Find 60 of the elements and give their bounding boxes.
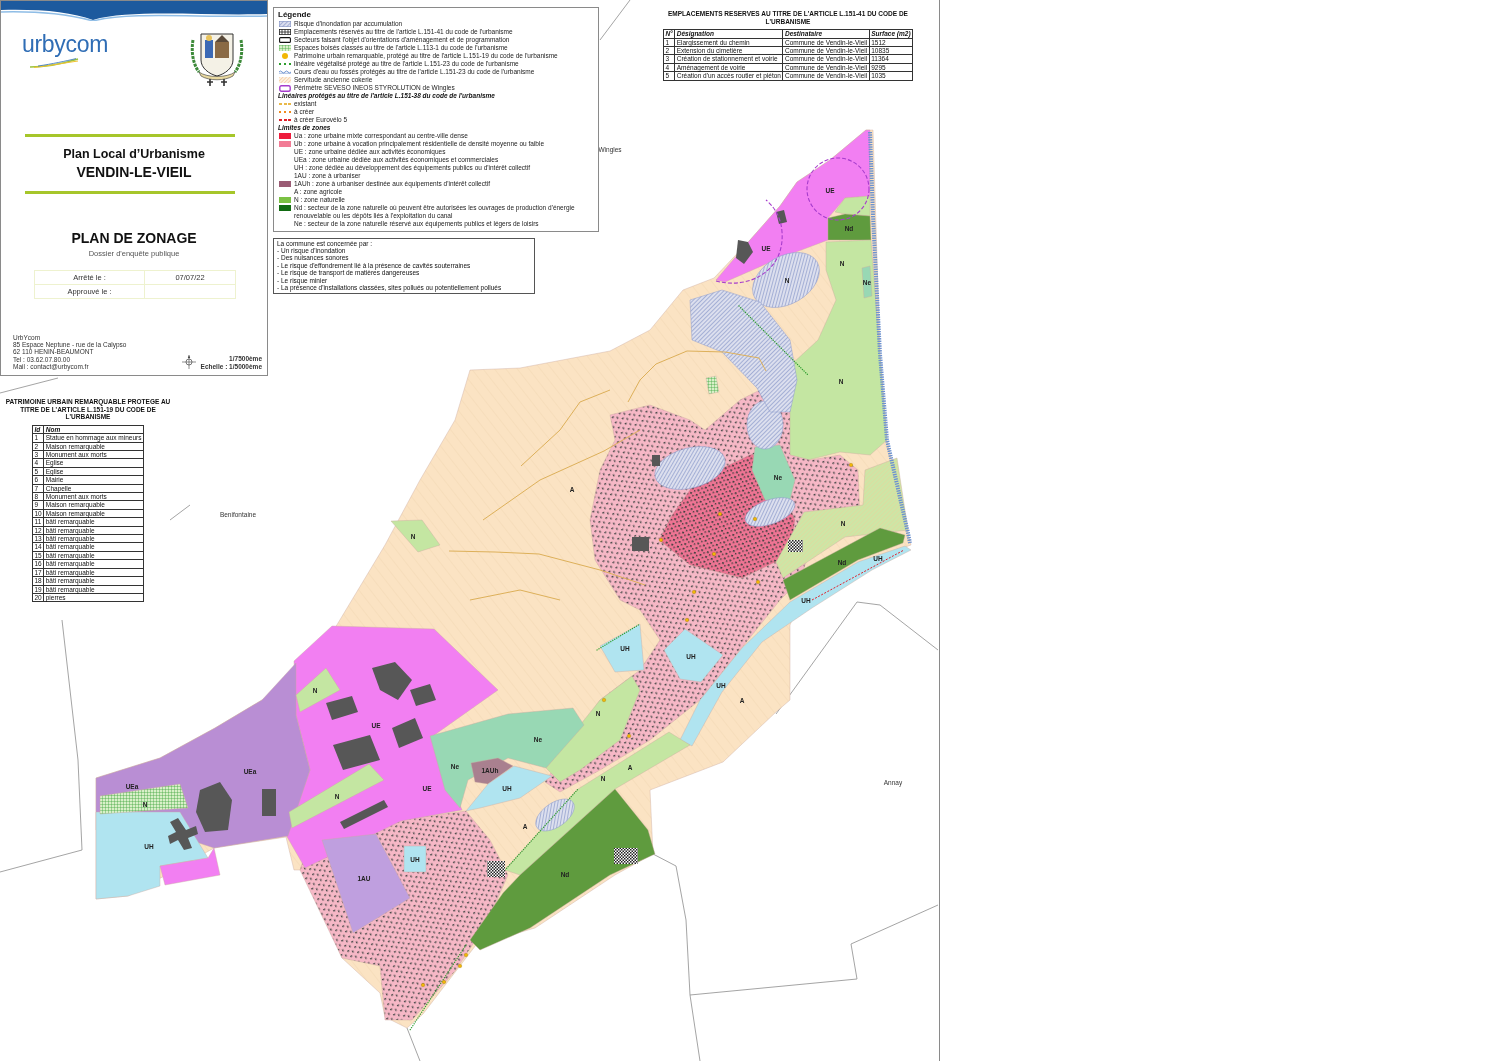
building [392,718,423,748]
heritage-marker-icon [718,512,722,516]
reserved-site [614,848,638,864]
heritage-marker-icon [712,552,716,556]
heritage-marker-icon [602,698,606,702]
heritage-marker-icon [692,590,696,594]
flood-risk-area [654,446,726,490]
heritage-marker-icon [442,980,446,984]
logo-swoosh-icon [28,58,80,68]
flood-risk-area [745,497,795,527]
woodland-area [705,375,720,395]
wavy-line-icon [278,70,291,74]
building [333,735,380,770]
heritage-marker-icon [627,734,631,738]
commune-boundary-line [599,0,631,41]
hatched-swatch-icon [278,77,291,83]
public-facilities-zone [403,845,427,873]
commune-boundary-line [0,377,59,394]
seveso-perimeter [806,157,870,221]
building [632,537,649,551]
leisure-zone [861,265,873,299]
natural-zone [390,519,441,553]
natural-zone [295,667,341,713]
building [776,210,787,224]
document-title: PLAN DE ZONAGE [70,230,198,247]
commune-name: VENDIN-LE-VIEIL [75,164,193,181]
building [736,240,753,264]
building [262,789,276,816]
compass-icon [181,355,196,369]
reserved-site [487,861,505,877]
natural-zone [834,195,871,217]
outline-swatch-icon [278,37,291,43]
commune-boundary-line [169,504,191,521]
plan-title: Plan Local d’Urbanisme [62,147,206,162]
reserved-site [788,540,803,552]
building [340,800,388,829]
flood-risk-area [535,798,575,832]
heritage-marker-icon [659,538,663,542]
heritage-marker-icon [464,953,468,957]
leisure-zone [751,444,796,501]
facilities-zone [470,757,514,785]
heritage-marker-icon [458,964,462,968]
grid-swatch-icon [278,45,291,51]
economic-zone [159,847,221,886]
building [326,696,358,720]
hedge-line [738,305,809,376]
grid-swatch-icon [278,29,291,35]
heritage-marker-icon [849,463,853,467]
heritage-marker-icon [421,983,425,987]
heritage-marker-icon [753,517,757,521]
legend-title: Légende [278,10,312,20]
hedge-line [596,623,641,651]
public-facilities-zone [599,623,645,673]
outline-swatch-icon [278,84,291,92]
heritage-marker-icon [685,618,689,622]
heritage-marker-icon [756,580,760,584]
logo-text: urbycom [22,31,109,57]
building [652,455,660,466]
hatched-swatch-icon [278,21,291,27]
commune-boundary-line [406,1027,421,1061]
